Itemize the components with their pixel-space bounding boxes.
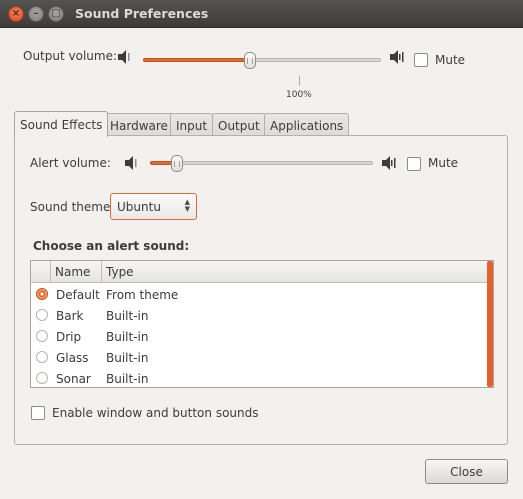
sound-theme-select[interactable]: Ubuntu ▲ ▼	[110, 193, 197, 220]
alert-mute-checkbox[interactable]	[407, 157, 421, 171]
sound-radio[interactable]	[36, 330, 48, 342]
sound-type: Built-in	[106, 308, 149, 323]
alert-volume-slider[interactable]	[150, 161, 373, 165]
table-row[interactable]: Glass Built-in	[31, 347, 488, 368]
sound-type: Built-in	[106, 371, 149, 386]
output-volume-label: Output volume:	[23, 49, 117, 63]
tab-sound-effects[interactable]: Sound Effects	[14, 111, 109, 137]
tab-label: Sound Effects	[20, 117, 103, 132]
window-title: Sound Preferences	[75, 6, 209, 21]
sound-name: Sonar	[56, 371, 91, 386]
tab-applications[interactable]: Applications	[264, 113, 350, 137]
sound-name: Bark	[56, 308, 84, 323]
sound-name: Glass	[56, 350, 89, 365]
output-mute-label: Mute	[435, 53, 466, 67]
table-row[interactable]: Bark Built-in	[31, 305, 488, 326]
sound-name: Default	[56, 287, 100, 302]
output-volume-handle[interactable]	[244, 52, 257, 69]
alert-volume-handle[interactable]	[170, 155, 183, 172]
sound-radio[interactable]	[36, 309, 48, 321]
output-mute-checkbox[interactable]	[414, 53, 428, 67]
tab-hardware[interactable]: Hardware	[104, 113, 174, 137]
tab-label: Output	[218, 118, 260, 133]
sound-type: Built-in	[106, 329, 149, 344]
sound-radio[interactable]	[36, 372, 48, 384]
maximize-window-icon[interactable]: □	[48, 6, 64, 22]
minimize-window-icon[interactable]: –	[28, 6, 44, 22]
title-bar: × – □ Sound Preferences	[0, 0, 523, 28]
sound-type: Built-in	[106, 350, 149, 365]
table-row[interactable]: Drip Built-in	[31, 326, 488, 347]
output-volume-fill	[143, 58, 251, 62]
table-row[interactable]: Default From theme	[31, 284, 488, 305]
volume-100-label: 100%	[286, 90, 312, 100]
sound-type: From theme	[106, 287, 179, 302]
close-button-label: Close	[450, 464, 483, 479]
sound-theme-value: Ubuntu	[117, 199, 161, 214]
updown-arrows-icon: ▲ ▼	[184, 198, 190, 213]
speaker-high-icon	[390, 50, 404, 64]
tab-label: Input	[176, 118, 208, 133]
tab-input[interactable]: Input	[170, 113, 214, 137]
volume-100-tick	[299, 76, 300, 86]
table-row[interactable]: Sonar Built-in	[31, 368, 488, 387]
speaker-low-icon	[118, 50, 130, 64]
tab-output[interactable]: Output	[212, 113, 266, 137]
tab-label: Applications	[270, 118, 344, 133]
close-button[interactable]: Close	[425, 459, 508, 484]
close-window-icon[interactable]: ×	[8, 6, 24, 22]
sound-radio[interactable]	[36, 288, 48, 300]
tab-label: Hardware	[110, 118, 168, 133]
sound-name: Drip	[56, 329, 82, 344]
output-volume-slider[interactable]	[143, 58, 381, 62]
window-sounds-checkbox[interactable]	[31, 406, 45, 420]
sound-radio[interactable]	[36, 351, 48, 363]
